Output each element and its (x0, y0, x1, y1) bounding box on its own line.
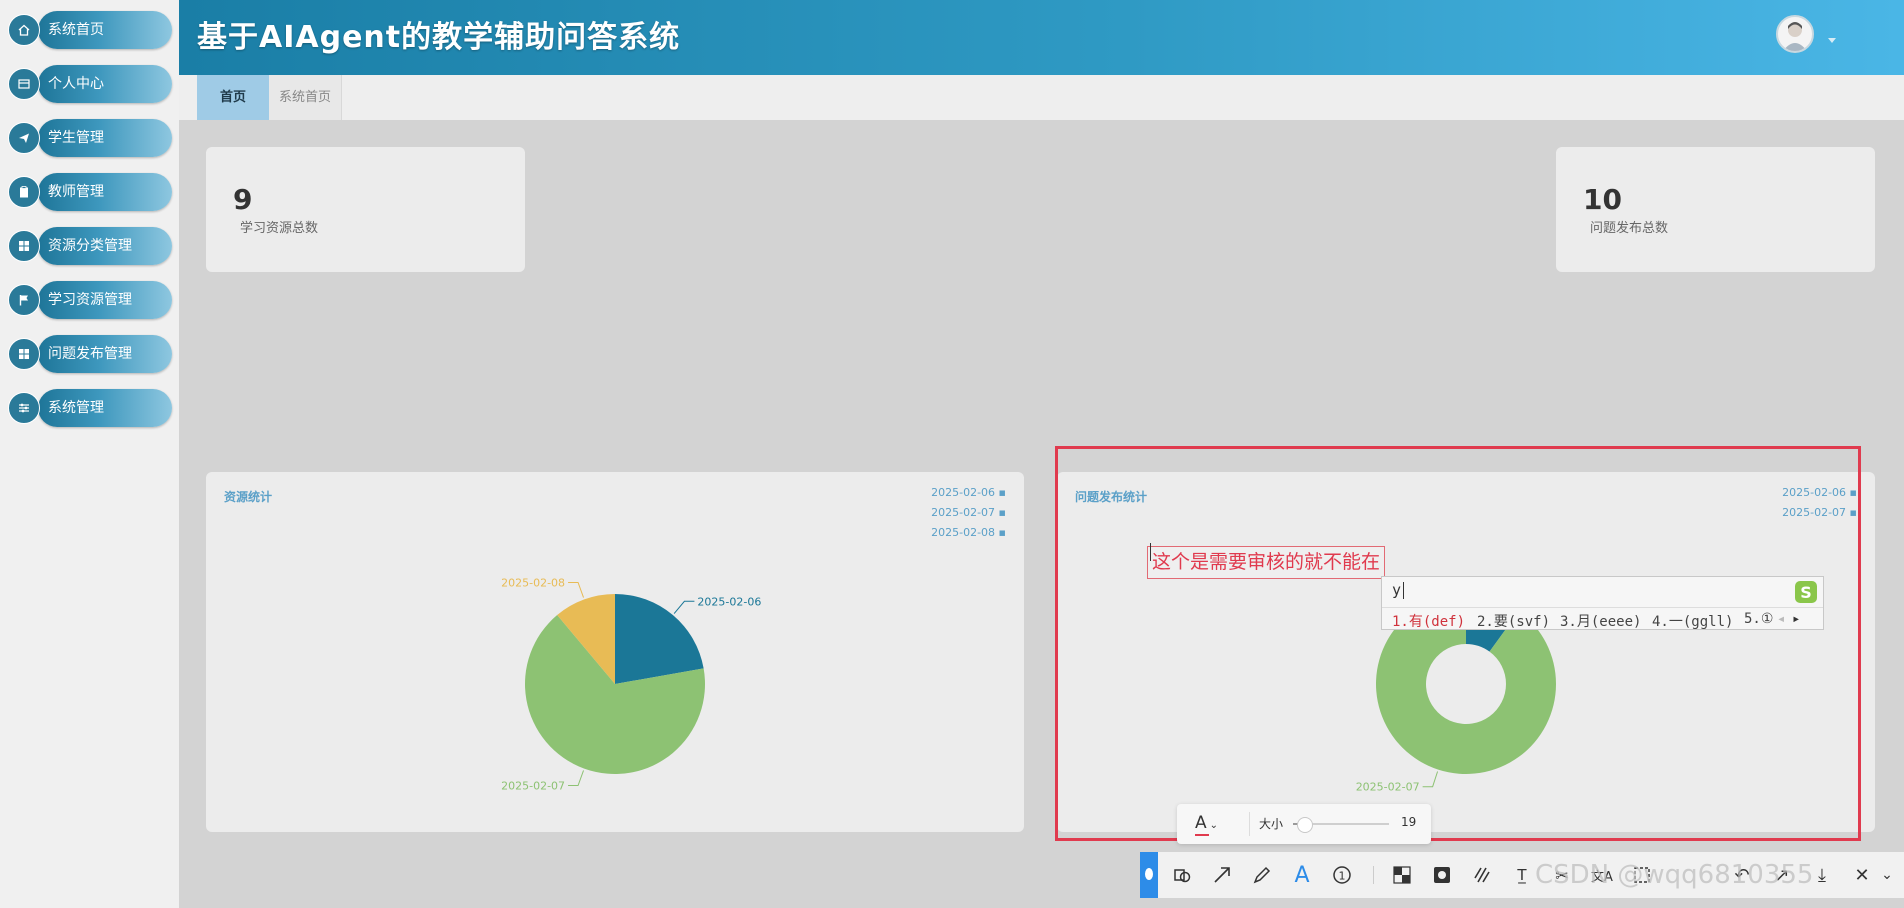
header: 基于AIAgent的教学辅助问答系统 (179, 0, 1904, 75)
size-label: 大小 (1259, 817, 1284, 831)
sidebar-item-label: 系统管理 (48, 400, 104, 416)
text-tool-icon[interactable]: A (1287, 860, 1317, 890)
grid-icon (8, 230, 40, 262)
sidebar-item-label: 教师管理 (48, 184, 104, 200)
ime-input-text[interactable]: y (1392, 581, 1401, 599)
pie-label-line (568, 582, 585, 598)
sogou-logo-icon: S (1794, 580, 1818, 604)
size-slider-handle[interactable] (1297, 817, 1314, 833)
pie-chart[interactable]: 2025-02-06 2025-02-07 2025-02-08 (206, 472, 1024, 832)
pie-label-line (673, 600, 695, 614)
chart-card-resources: 资源统计 2025-02-06 ▪ 2025-02-07 ▪ 2025-02-0… (206, 472, 1024, 832)
app-title: 基于AIAgent的教学辅助问答系统 (197, 20, 681, 55)
home-icon (8, 14, 40, 46)
pin-icon[interactable] (1140, 852, 1158, 898)
sidebar-item-home[interactable]: 系统首页 (8, 11, 172, 49)
grid-icon (8, 338, 40, 370)
tab-bar: 首页 系统首页 (179, 75, 1904, 120)
ime-candidate[interactable]: 3.月(eeee) (1560, 611, 1641, 631)
size-value: 19 (1401, 815, 1417, 829)
pie-label-line (568, 770, 585, 786)
sliders-icon (8, 392, 40, 424)
stat-value: 10 (1583, 183, 1622, 216)
shape-icon[interactable] (1167, 860, 1197, 890)
pie-label: 2025-02-08 (501, 577, 565, 590)
stat-card-resources: 9 学习资源总数 (206, 147, 525, 272)
blur-icon[interactable] (1427, 860, 1457, 890)
ime-candidate[interactable]: 4.一(ggll) (1652, 611, 1733, 631)
text-style-bar: A ⌄ 大小 19 (1177, 804, 1431, 844)
ime-candidate[interactable]: 1.有(def) (1392, 611, 1465, 631)
pie-slice[interactable] (615, 594, 704, 684)
chevron-down-icon[interactable] (1827, 30, 1837, 49)
sidebar-item-label: 系统首页 (48, 22, 104, 38)
sidebar-item-resource-category[interactable]: 资源分类管理 (8, 227, 172, 265)
ime-candidate[interactable]: 5.① (1744, 611, 1773, 627)
divider (1373, 866, 1374, 884)
chevron-down-icon[interactable]: ⌄ (1872, 860, 1902, 890)
stat-label: 学习资源总数 (240, 221, 319, 236)
sidebar-item-students[interactable]: 学生管理 (8, 119, 172, 157)
ime-candidate-window: y S 1.有(def) 2.要(svf) 3.月(eeee) 4.一(ggll… (1381, 576, 1824, 630)
sidebar-item-label: 学习资源管理 (48, 292, 132, 308)
sidebar-item-personal-center[interactable]: 个人中心 (8, 65, 172, 103)
pencil-icon[interactable] (1247, 860, 1277, 890)
send-icon (8, 122, 40, 154)
ocr-text-icon[interactable]: T̲ (1507, 860, 1537, 890)
arrow-icon[interactable] (1207, 860, 1237, 890)
sidebar-item-teachers[interactable]: 教师管理 (8, 173, 172, 211)
sidebar-item-label: 个人中心 (48, 76, 104, 92)
ime-next-icon[interactable]: ▸ (1792, 611, 1800, 627)
stat-label: 问题发布总数 (1590, 221, 1669, 236)
hatch-icon[interactable] (1467, 860, 1497, 890)
ime-candidates: 1.有(def) 2.要(svf) 3.月(eeee) 4.一(ggll) 5.… (1382, 607, 1823, 632)
tab-system-home[interactable]: 系统首页 (269, 75, 342, 120)
annotation-rectangle[interactable] (1055, 446, 1861, 841)
card-icon (8, 68, 40, 100)
font-color-swatch (1195, 834, 1209, 836)
text-cursor (1150, 543, 1151, 561)
avatar[interactable] (1776, 15, 1814, 53)
sidebar-item-question-publish[interactable]: 问题发布管理 (8, 335, 172, 373)
font-color-icon[interactable]: A ⌄ (1195, 813, 1218, 833)
mosaic-icon[interactable] (1387, 860, 1417, 890)
stat-card-questions: 10 问题发布总数 (1556, 147, 1875, 272)
sidebar-item-learning-resources[interactable]: 学习资源管理 (8, 281, 172, 319)
svg-text:1: 1 (1339, 870, 1346, 883)
ime-caret (1403, 582, 1404, 599)
ime-prev-icon[interactable]: ◂ (1777, 611, 1785, 627)
tab-home[interactable]: 首页 (197, 75, 269, 120)
pie-label: 2025-02-07 (501, 779, 565, 792)
sidebar-item-label: 问题发布管理 (48, 346, 132, 362)
clipboard-icon (8, 176, 40, 208)
pie-label: 2025-02-06 (697, 595, 761, 608)
number-marker-icon[interactable]: 1 (1327, 860, 1357, 890)
flag-icon (8, 284, 40, 316)
annotation-text[interactable]: 这个是需要审核的就不能在 (1147, 546, 1386, 579)
ime-candidate[interactable]: 2.要(svf) (1477, 611, 1550, 631)
watermark: CSDN @wqq6810355 (1535, 860, 1814, 890)
sidebar: 系统首页 个人中心 学生管理 教师管理 资源分类管理 学习资源管理 问题发布管理… (0, 0, 179, 908)
sidebar-item-system[interactable]: 系统管理 (8, 389, 172, 427)
sidebar-item-label: 学生管理 (48, 130, 104, 146)
sidebar-item-label: 资源分类管理 (48, 238, 132, 254)
stat-value: 9 (233, 183, 253, 216)
divider (1249, 812, 1250, 836)
svg-text:S: S (1800, 583, 1812, 602)
